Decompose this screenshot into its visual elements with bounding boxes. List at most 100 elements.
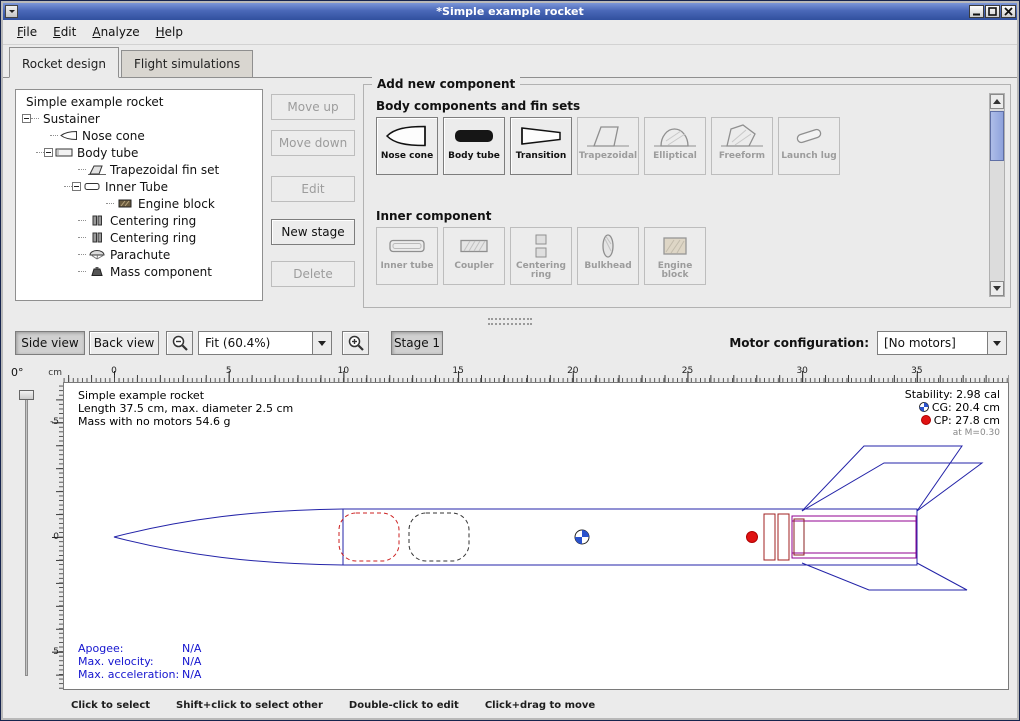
- menu-edit[interactable]: Edit: [45, 22, 84, 42]
- new-stage-button[interactable]: New stage: [271, 219, 355, 245]
- tree-item-centering-ring-1[interactable]: Centering ring: [16, 212, 262, 229]
- body-component-buttons: Nose cone Body tube Transition Trapezoid…: [376, 117, 840, 175]
- body-tube-icon: [55, 147, 73, 158]
- chevron-down-icon[interactable]: [312, 332, 331, 354]
- hint-bar: Click to select Shift+click to select ot…: [9, 700, 1013, 715]
- rotation-angle-label: 0°: [11, 366, 24, 379]
- minimize-button[interactable]: [969, 5, 984, 18]
- view-toolbar: Side view Back view Fit (60.4%) Stage 1 …: [3, 328, 1017, 360]
- parachute-outline[interactable]: [339, 513, 399, 561]
- splitter: [3, 315, 1017, 328]
- menu-help[interactable]: Help: [148, 22, 191, 42]
- slider-thumb[interactable]: [19, 390, 34, 400]
- component-button-freeform[interactable]: Freeform: [711, 117, 773, 175]
- rocket-body-outline[interactable]: [114, 509, 917, 565]
- figure-area: 0° cm 0 5 10 15 20 25 30 35 -5 0 5: [9, 364, 1013, 694]
- zoom-select[interactable]: Fit (60.4%): [198, 331, 332, 355]
- stability-value: Stability: 2.98 cal: [905, 388, 1000, 401]
- component-button-centering-ring[interactable]: Centering ring: [510, 227, 572, 285]
- collapse-icon[interactable]: [72, 182, 81, 191]
- maximize-icon: [988, 7, 997, 16]
- zoom-out-button[interactable]: [166, 331, 193, 355]
- motor-configuration-value: [No motors]: [878, 332, 987, 354]
- scrollbar-thumb[interactable]: [990, 111, 1004, 161]
- component-button-elliptical[interactable]: Elliptical: [644, 117, 706, 175]
- close-icon: [1004, 7, 1013, 16]
- minimize-icon: [972, 7, 981, 16]
- tree-item-sustainer[interactable]: Sustainer: [16, 110, 262, 127]
- close-button[interactable]: [1001, 5, 1016, 18]
- move-down-button[interactable]: Move down: [271, 130, 355, 156]
- stage-1-toggle[interactable]: Stage 1: [391, 331, 443, 355]
- component-button-coupler[interactable]: Coupler: [443, 227, 505, 285]
- move-up-button[interactable]: Move up: [271, 94, 355, 120]
- motor-configuration-select[interactable]: [No motors]: [877, 331, 1007, 355]
- title-bar[interactable]: *Simple example rocket: [3, 3, 1017, 20]
- collapse-icon[interactable]: [44, 148, 53, 157]
- mass-component-outline[interactable]: [409, 513, 469, 561]
- tree-item-parachute[interactable]: Parachute: [16, 246, 262, 263]
- engine-block-icon: [116, 198, 134, 209]
- window-title: *Simple example rocket: [3, 5, 1017, 18]
- chevron-down-icon[interactable]: [987, 332, 1006, 354]
- window-menu-icon[interactable]: [5, 5, 18, 18]
- component-button-trapezoidal[interactable]: Trapezoidal: [577, 117, 639, 175]
- component-button-body-tube[interactable]: Body tube: [443, 117, 505, 175]
- trapezoidal-fin-icon: [586, 121, 630, 151]
- tree-item-mass-component[interactable]: Mass component: [16, 263, 262, 280]
- menu-file[interactable]: File: [9, 22, 45, 42]
- fin-icon: [88, 164, 106, 175]
- tree-item-engine-block[interactable]: Engine block: [16, 195, 262, 212]
- tab-flight-simulations[interactable]: Flight simulations: [121, 50, 253, 77]
- rocket-figure-canvas[interactable]: Simple example rocket Length 37.5 cm, ma…: [63, 382, 1009, 690]
- cp-icon: [921, 415, 931, 425]
- rocket-design-panel: Simple example rocket Sustainer Nose con…: [3, 78, 1017, 315]
- delete-button[interactable]: Delete: [271, 261, 355, 287]
- component-tree[interactable]: Simple example rocket Sustainer Nose con…: [15, 89, 263, 301]
- rear-internals[interactable]: [764, 514, 916, 560]
- body-components-label: Body components and fin sets: [376, 99, 580, 113]
- add-component-title: Add new component: [372, 77, 520, 91]
- rotation-slider[interactable]: [17, 388, 35, 680]
- zoom-out-icon: [171, 334, 189, 352]
- menu-analyze[interactable]: Analyze: [84, 22, 147, 42]
- rocket-drawing[interactable]: [64, 383, 1008, 689]
- mass-component-icon: [88, 266, 106, 277]
- tree-item-rocket[interactable]: Simple example rocket: [16, 93, 262, 110]
- component-button-nose-cone[interactable]: Nose cone: [376, 117, 438, 175]
- splitter-handle[interactable]: [488, 318, 532, 325]
- scroll-down-icon[interactable]: [990, 281, 1004, 296]
- freeform-fin-icon: [720, 121, 764, 151]
- fin-outlines[interactable]: [802, 446, 982, 590]
- scrollbar[interactable]: [989, 93, 1005, 297]
- rocket-info: Simple example rocket Length 37.5 cm, ma…: [78, 389, 293, 428]
- tree-item-body-tube[interactable]: Body tube: [16, 144, 262, 161]
- edit-button[interactable]: Edit: [271, 176, 355, 202]
- maximize-button[interactable]: [985, 5, 1000, 18]
- body-tube-icon: [452, 121, 496, 151]
- tree-item-fin-set[interactable]: Trapezoidal fin set: [16, 161, 262, 178]
- component-button-engine-block[interactable]: Engine block: [644, 227, 706, 285]
- motor-configuration-label: Motor configuration:: [729, 336, 869, 350]
- tree-item-nose-cone[interactable]: Nose cone: [16, 127, 262, 144]
- component-button-transition[interactable]: Transition: [510, 117, 572, 175]
- collapse-icon[interactable]: [22, 114, 31, 123]
- side-view-button[interactable]: Side view: [15, 331, 85, 355]
- zoom-value: Fit (60.4%): [199, 332, 312, 354]
- tab-rocket-design[interactable]: Rocket design: [9, 47, 119, 78]
- cp-marker: [747, 532, 758, 543]
- cg-icon: [919, 402, 929, 412]
- component-button-launch-lug[interactable]: Launch lug: [778, 117, 840, 175]
- tree-item-inner-tube[interactable]: Inner Tube: [16, 178, 262, 195]
- scroll-up-icon[interactable]: [990, 94, 1004, 109]
- component-button-inner-tube[interactable]: Inner tube: [376, 227, 438, 285]
- parachute-icon: [88, 249, 106, 260]
- back-view-button[interactable]: Back view: [89, 331, 159, 355]
- stability-info: Stability: 2.98 cal CG: 20.4 cm CP: 27.8…: [905, 388, 1000, 440]
- tree-item-centering-ring-2[interactable]: Centering ring: [16, 229, 262, 246]
- centering-ring-icon: [519, 231, 563, 261]
- component-button-bulkhead[interactable]: Bulkhead: [577, 227, 639, 285]
- zoom-in-button[interactable]: [342, 331, 369, 355]
- cg-value: CG: 20.4 cm: [919, 401, 1000, 414]
- horizontal-ruler: 0 5 10 15 20 25 30 35: [63, 366, 1009, 382]
